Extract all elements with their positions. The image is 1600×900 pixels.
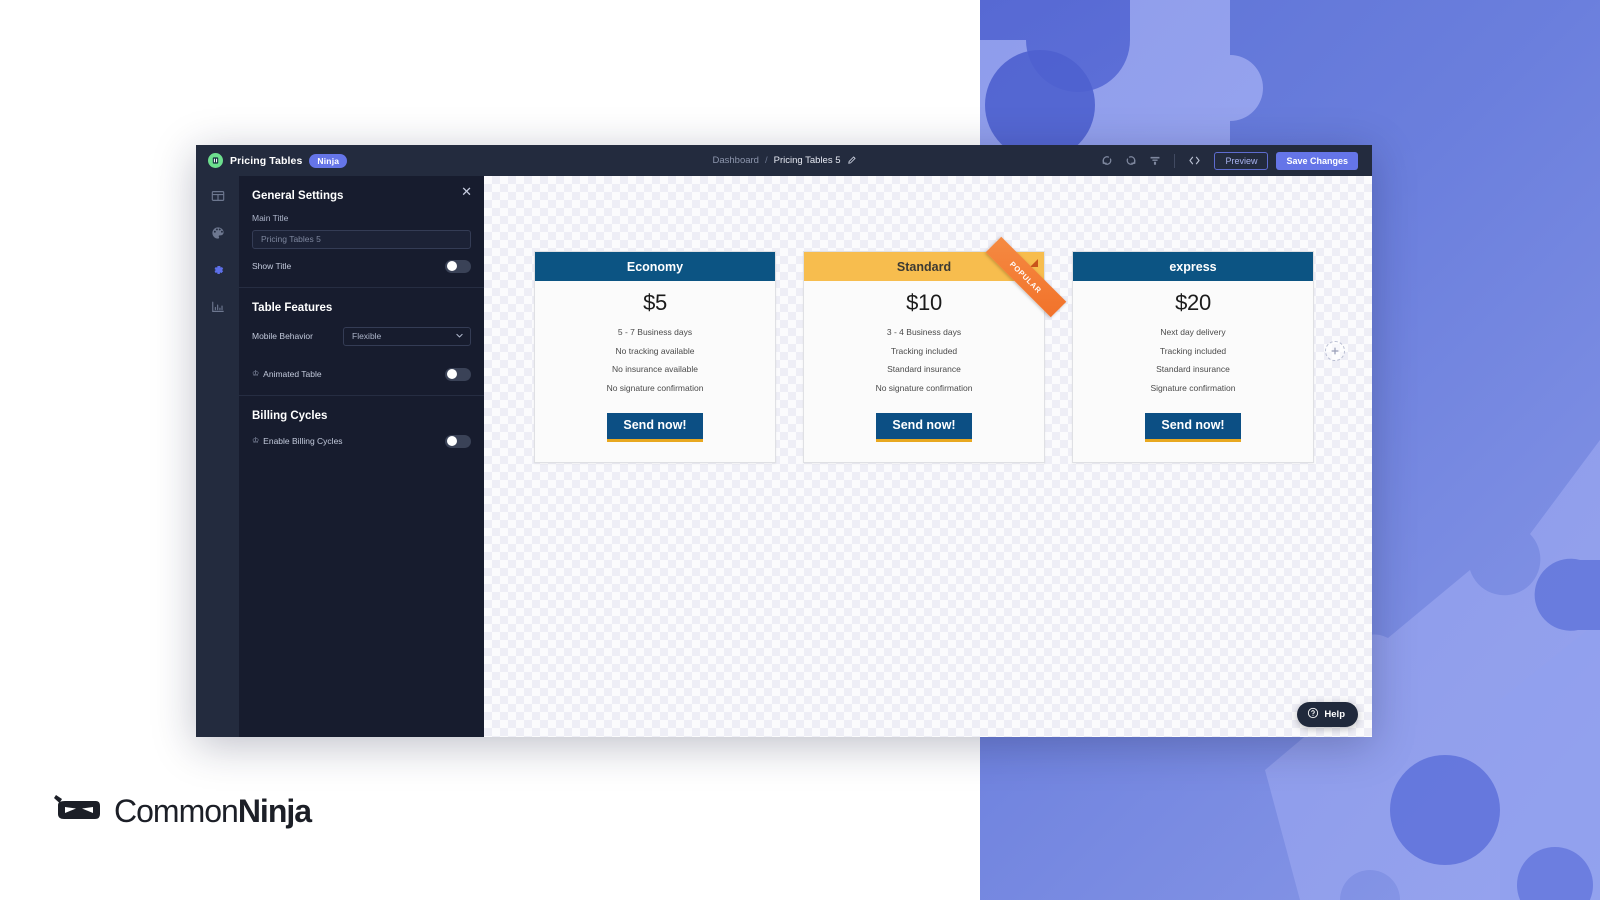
card-feature: Tracking included [890, 345, 958, 356]
section-title-billing: Billing Cycles [252, 409, 328, 422]
breadcrumb-current[interactable]: Pricing Tables 5 [774, 155, 841, 166]
layers-icon[interactable] [1143, 150, 1167, 172]
brand[interactable]: Pricing Tables Ninja [208, 153, 348, 168]
commonninja-logo: CommonNinja [52, 793, 312, 830]
undo-arrow-icon[interactable] [1095, 150, 1119, 172]
card-price: $10 [906, 290, 942, 315]
pencil-icon[interactable] [847, 155, 856, 166]
close-icon[interactable]: ✕ [461, 185, 472, 198]
pricing-cards: Economy $5 5 - 7 Business days No tracki… [534, 236, 1314, 463]
card-feature: No signature confirmation [875, 382, 973, 393]
card-feature: No insurance available [612, 364, 698, 374]
animated-table-label: Animated Table [263, 369, 322, 379]
pricing-card[interactable]: express $20 Next day delivery Tracking i… [1072, 251, 1314, 463]
show-title-toggle[interactable] [445, 259, 471, 273]
rail-item-gear-icon[interactable] [208, 260, 228, 280]
code-brackets-icon[interactable] [1182, 150, 1206, 172]
card-feature: Standard insurance [1156, 364, 1230, 374]
enable-billing-label: Enable Billing Cycles [263, 436, 343, 446]
toolbar-divider [1174, 153, 1176, 168]
animated-table-row: ♔ Animated Table [252, 357, 471, 392]
card-price: $20 [1175, 290, 1211, 315]
section-title-table-features: Table Features [252, 301, 333, 314]
card-feature: Next day delivery [1160, 327, 1226, 337]
card-title: express [1073, 252, 1313, 281]
icon-rail [196, 176, 239, 737]
show-title-label: Show Title [252, 261, 292, 271]
card-feature: No signature confirmation [606, 382, 704, 393]
ninja-mask-icon [52, 793, 102, 830]
card-feature: 3 - 4 Business days [886, 327, 962, 337]
editor-canvas: Economy $5 5 - 7 Business days No tracki… [484, 176, 1372, 737]
card-cta-button[interactable]: Send now! [1145, 413, 1241, 442]
animated-table-label-wrap: ♔ Animated Table [252, 369, 322, 379]
card-cta-button[interactable]: Send now! [607, 413, 703, 442]
add-column-button[interactable] [1325, 341, 1345, 361]
mobile-behavior-label: Mobile Behavior [252, 331, 313, 341]
save-changes-button[interactable]: Save Changes [1276, 151, 1358, 170]
crown-icon-billing: ♔ [252, 436, 260, 445]
card-title: Economy [535, 252, 775, 281]
app-window: Pricing Tables Ninja Dashboard / Pricing… [196, 145, 1372, 737]
breadcrumb-dashboard[interactable]: Dashboard [712, 155, 758, 166]
logo-text-ninja: Ninja [237, 793, 312, 829]
logo-wordmark: CommonNinja [114, 793, 312, 830]
rail-item-bar-chart-icon[interactable] [208, 297, 228, 317]
main-title-input[interactable] [252, 229, 471, 249]
chevron-down-icon [455, 327, 464, 345]
general-settings-section: General Settings Main Title Show Title [239, 176, 484, 284]
logo-text-common: Common [114, 793, 239, 829]
top-bar: Pricing Tables Ninja Dashboard / Pricing… [196, 145, 1372, 176]
help-widget[interactable]: Help [1297, 702, 1358, 727]
rail-item-palette-icon[interactable] [208, 223, 228, 243]
settings-panel: ✕ General Settings Main Title Show Title… [239, 176, 484, 737]
help-label: Help [1324, 709, 1345, 720]
card-feature: 5 - 7 Business days [617, 327, 693, 337]
mobile-behavior-value: Flexible [343, 326, 471, 346]
section-title-general: General Settings [252, 190, 344, 202]
show-title-row: Show Title [252, 249, 471, 284]
question-circle-icon [1307, 707, 1319, 722]
enable-billing-toggle[interactable] [445, 434, 471, 448]
brand-name: Pricing Tables [230, 154, 303, 167]
card-feature: Tracking included [1159, 345, 1227, 356]
billing-cycles-section: Billing Cycles ♔ Enable Billing Cycles [239, 396, 484, 459]
app-body: ✕ General Settings Main Title Show Title… [196, 176, 1372, 737]
card-price: $5 [643, 290, 667, 315]
pricing-card[interactable]: Economy $5 5 - 7 Business days No tracki… [534, 251, 776, 463]
card-feature: Standard insurance [887, 364, 961, 374]
enable-billing-row: ♔ Enable Billing Cycles [252, 433, 471, 459]
mobile-behavior-select[interactable]: Flexible [343, 326, 471, 346]
animated-table-toggle[interactable] [445, 367, 471, 381]
top-bar-actions: Preview Save Changes [1095, 150, 1358, 172]
card-feature: No tracking available [615, 345, 695, 356]
crown-icon: ♔ [252, 369, 260, 378]
preview-button[interactable]: Preview [1214, 151, 1269, 170]
rail-item-table-grid-icon[interactable] [208, 186, 228, 206]
enable-billing-label-wrap: ♔ Enable Billing Cycles [252, 436, 343, 446]
card-cta-button[interactable]: Send now! [876, 413, 972, 442]
breadcrumb-separator: / [764, 155, 768, 166]
table-features-section: Table Features Mobile Behavior Flexible … [239, 288, 484, 392]
mobile-behavior-row: Mobile Behavior Flexible [252, 325, 471, 357]
pricing-card[interactable]: POPULAR Standard $10 3 - 4 Business days… [803, 236, 1067, 463]
screenshot-root: Pricing Tables Ninja Dashboard / Pricing… [0, 0, 1600, 900]
redo-arrow-icon[interactable] [1119, 150, 1143, 172]
ninja-mask-logo-icon [208, 153, 223, 168]
card-feature: Signature confirmation [1150, 382, 1236, 393]
brand-pill: Ninja [309, 153, 348, 168]
main-title-label: Main Title [252, 213, 289, 223]
